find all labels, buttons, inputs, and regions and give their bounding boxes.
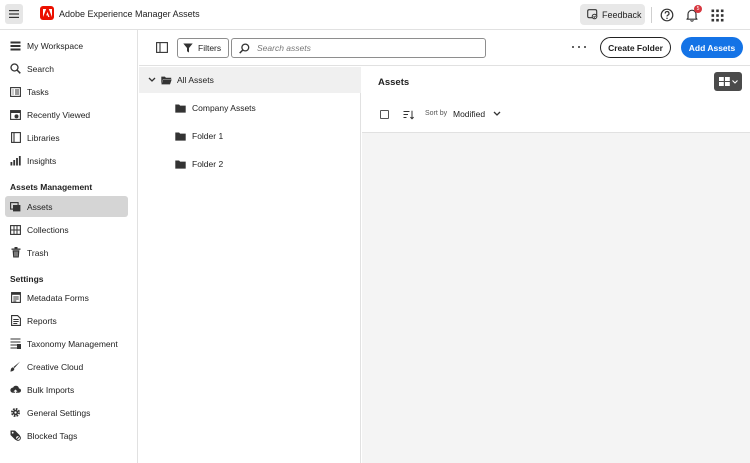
- tree-item-label: Company Assets: [192, 103, 256, 113]
- sidebar-item-label: Reports: [27, 315, 57, 326]
- tree-item-folder[interactable]: Folder 1: [175, 128, 223, 144]
- chevron-down-icon[interactable]: [148, 77, 156, 83]
- creative-cloud-icon: [10, 361, 21, 372]
- folder-icon: [175, 104, 186, 113]
- assets-icon: [10, 201, 21, 212]
- notification-badge: 5: [694, 5, 702, 13]
- sidebar-item-tasks[interactable]: Tasks: [5, 81, 128, 102]
- hamburger-icon: [9, 10, 19, 18]
- app-title: Adobe Experience Manager Assets: [59, 9, 200, 19]
- help-icon[interactable]: [660, 8, 674, 22]
- sidebar-item-label: General Settings: [27, 407, 91, 418]
- metadata-forms-icon: [10, 292, 21, 303]
- tasks-icon: [10, 86, 21, 97]
- sidebar-item-bulk-imports[interactable]: Bulk Imports: [5, 379, 128, 400]
- tree-root-label: All Assets: [177, 75, 214, 85]
- sidebar-item-my-workspace[interactable]: My Workspace: [5, 35, 128, 56]
- content-area: Assets Sort by Modified: [362, 67, 750, 463]
- tree-item-folder[interactable]: Company Assets: [175, 100, 256, 116]
- filters-button[interactable]: Filters: [177, 38, 229, 58]
- assets-management-section-title: Assets Management: [10, 182, 93, 192]
- workspace-icon: [10, 40, 21, 51]
- sidebar: My Workspace Search Tasks Recently Viewe…: [0, 30, 138, 463]
- blocked-tags-icon: [10, 430, 21, 441]
- sidebar-item-taxonomy-management[interactable]: Taxonomy Management: [5, 333, 128, 354]
- sidebar-item-label: Recently Viewed: [27, 109, 91, 120]
- folder-tree-panel: All Assets Company Assets Folder 1 Folde…: [139, 67, 361, 463]
- sidebar-item-collections[interactable]: Collections: [5, 219, 128, 240]
- search-icon: [10, 63, 21, 74]
- collections-icon: [10, 224, 21, 235]
- tree-item-folder[interactable]: Folder 2: [175, 156, 223, 172]
- sidebar-item-metadata-forms[interactable]: Metadata Forms: [5, 287, 128, 308]
- insights-icon: [10, 155, 21, 166]
- sort-field-dropdown[interactable]: Modified: [453, 109, 485, 119]
- app-header: Adobe Experience Manager Assets Feedback…: [0, 0, 750, 30]
- sidebar-item-libraries[interactable]: Libraries: [5, 127, 128, 148]
- sidebar-item-label: Collections: [27, 224, 69, 235]
- chevron-down-icon: [731, 79, 738, 84]
- menu-toggle-button[interactable]: [5, 4, 23, 24]
- sidebar-item-trash[interactable]: Trash: [5, 242, 128, 263]
- sidebar-item-general-settings[interactable]: General Settings: [5, 402, 128, 423]
- recently-viewed-icon: [10, 109, 21, 120]
- panel-toggle-icon[interactable]: [156, 42, 168, 53]
- search-input[interactable]: [257, 43, 477, 53]
- sidebar-item-label: Tasks: [27, 86, 49, 97]
- content-header: Assets Sort by Modified: [362, 67, 750, 133]
- chevron-down-icon[interactable]: [493, 111, 501, 117]
- feedback-icon: [587, 9, 598, 20]
- sort-by-label: Sort by: [425, 110, 448, 117]
- sidebar-item-blocked-tags[interactable]: Blocked Tags: [5, 425, 128, 446]
- create-folder-button[interactable]: Create Folder: [600, 37, 671, 58]
- sidebar-item-assets[interactable]: Assets: [5, 196, 128, 217]
- page-title: Assets: [378, 77, 410, 88]
- search-icon: [239, 42, 250, 54]
- libraries-icon: [10, 132, 21, 143]
- sidebar-item-label: Trash: [27, 247, 49, 258]
- sidebar-item-label: Metadata Forms: [27, 292, 89, 303]
- folder-icon: [175, 132, 186, 141]
- folder-icon: [175, 160, 186, 169]
- sidebar-item-label: Libraries: [27, 132, 60, 143]
- sidebar-item-label: Insights: [27, 155, 57, 166]
- sidebar-item-label: My Workspace: [27, 40, 84, 51]
- gear-icon: [10, 407, 21, 418]
- tree-item-label: Folder 1: [192, 131, 224, 141]
- select-all-checkbox[interactable]: [380, 110, 389, 119]
- sidebar-item-label: Assets: [27, 201, 53, 212]
- sidebar-item-label: Search: [27, 63, 54, 74]
- sidebar-item-label: Blocked Tags: [27, 430, 78, 441]
- sidebar-item-label: Bulk Imports: [27, 384, 75, 395]
- feedback-button[interactable]: Feedback: [580, 4, 645, 25]
- folder-open-icon: [161, 76, 172, 84]
- add-assets-button[interactable]: Add Assets: [681, 37, 743, 58]
- sidebar-item-reports[interactable]: Reports: [5, 310, 128, 331]
- search-field[interactable]: [231, 38, 486, 58]
- filters-label: Filters: [198, 43, 222, 53]
- tree-item-label: Folder 2: [192, 159, 224, 169]
- bulk-imports-icon: [10, 384, 21, 395]
- adobe-logo-icon: [40, 6, 54, 20]
- sidebar-item-insights[interactable]: Insights: [5, 150, 128, 171]
- settings-section-title: Settings: [10, 274, 44, 284]
- toolbar: Filters Create Folder Add Assets: [139, 30, 750, 66]
- grid-view-icon: [718, 77, 730, 86]
- taxonomy-icon: [10, 338, 21, 349]
- header-divider: [651, 7, 652, 23]
- feedback-label: Feedback: [602, 9, 642, 20]
- trash-icon: [10, 247, 21, 258]
- sort-order-icon[interactable]: [403, 110, 414, 120]
- filter-icon: [183, 43, 193, 53]
- reports-icon: [10, 315, 21, 326]
- sidebar-item-search[interactable]: Search: [5, 58, 128, 79]
- more-actions-button[interactable]: [572, 42, 586, 52]
- sidebar-item-creative-cloud[interactable]: Creative Cloud: [5, 356, 128, 377]
- view-switcher-button[interactable]: [714, 72, 742, 91]
- tree-root-all-assets[interactable]: All Assets: [139, 67, 361, 93]
- sidebar-item-label: Creative Cloud: [27, 361, 84, 372]
- app-switcher-icon[interactable]: [711, 9, 724, 22]
- sidebar-item-recently-viewed[interactable]: Recently Viewed: [5, 104, 128, 125]
- sidebar-item-label: Taxonomy Management: [27, 338, 118, 349]
